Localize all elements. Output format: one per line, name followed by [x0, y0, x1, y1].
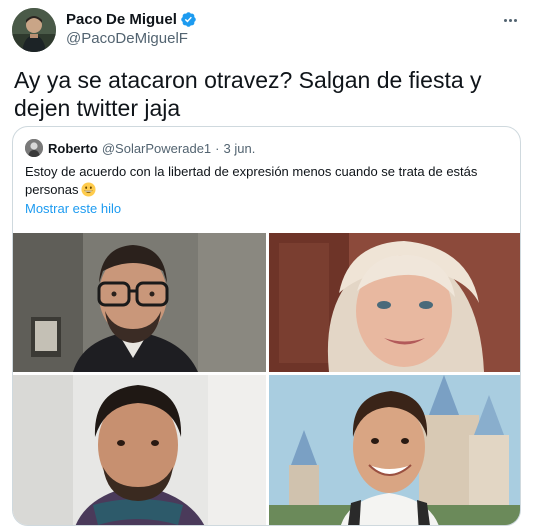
author-avatar-image	[12, 8, 56, 52]
more-horizontal-icon	[503, 18, 507, 22]
media-photo-2[interactable]	[269, 233, 520, 372]
author-display-name[interactable]: Paco De Miguel	[66, 10, 177, 29]
more-dot	[508, 18, 512, 22]
author-handle[interactable]: @PacoDeMiguelF	[66, 29, 197, 48]
quoted-tweet-text: Estoy de acuerdo con la libertad de expr…	[25, 163, 505, 199]
more-options-button[interactable]	[498, 10, 522, 30]
tweet[interactable]: Paco De Miguel @PacoDeMiguelF Ay ya se a…	[0, 0, 536, 526]
quoted-author-name[interactable]: Roberto	[48, 141, 98, 156]
verified-badge-icon	[180, 11, 197, 28]
show-thread-link[interactable]: Mostrar este hilo	[25, 201, 121, 216]
quoted-tweet-header: Roberto @SolarPowerade1 · 3 jun.	[25, 139, 255, 157]
grinning-face-emoji-icon	[81, 182, 97, 197]
quoted-author-avatar[interactable]	[25, 139, 43, 157]
media-photo-1[interactable]	[13, 233, 266, 372]
tweet-text: Ay ya se atacaron otravez? Salgan de fie…	[14, 67, 482, 121]
quoted-tweet-date[interactable]: 3 jun.	[224, 141, 256, 156]
quoted-author-handle[interactable]: @SolarPowerade1	[102, 141, 211, 156]
author-avatar[interactable]	[12, 8, 56, 52]
more-dot	[513, 18, 517, 22]
quoted-tweet-media-grid	[13, 233, 520, 525]
quoted-tweet[interactable]: Roberto @SolarPowerade1 · 3 jun. Estoy d…	[12, 126, 521, 526]
author-info: Paco De Miguel @PacoDeMiguelF	[66, 10, 197, 48]
separator-dot: ·	[215, 140, 220, 156]
media-photo-3[interactable]	[13, 375, 266, 525]
media-photo-4[interactable]	[269, 375, 520, 525]
